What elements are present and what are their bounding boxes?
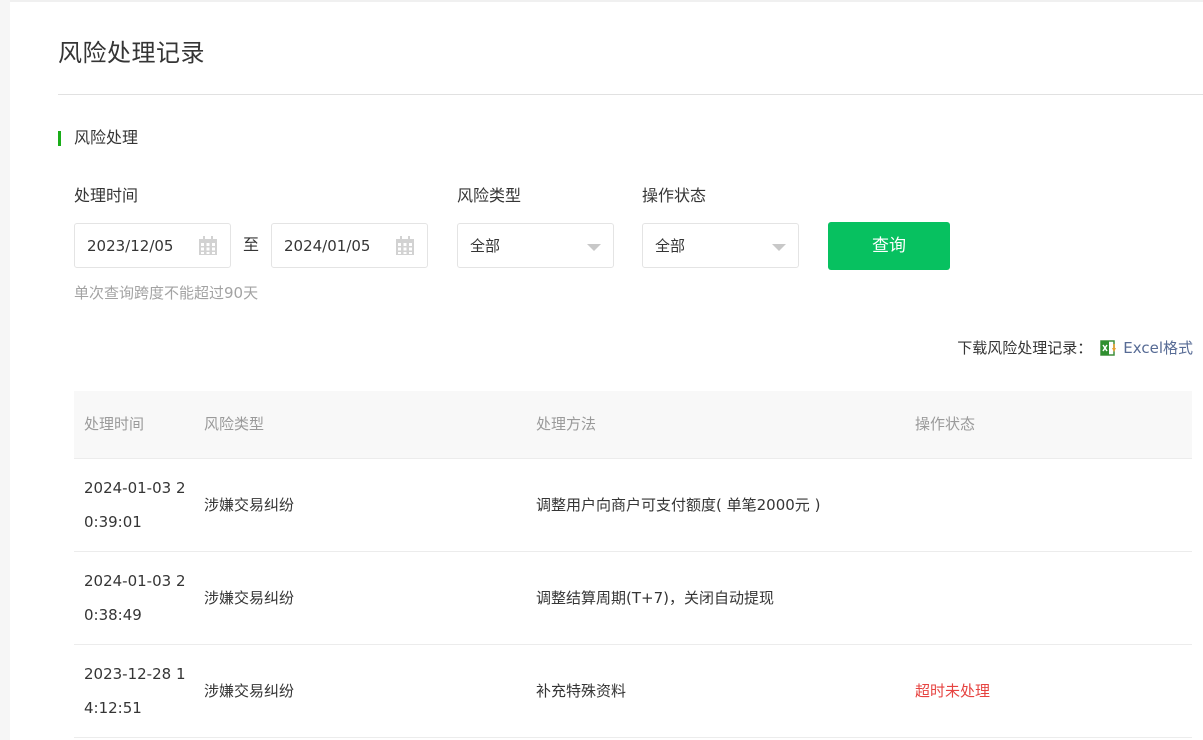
risk-type-selected: 全部 xyxy=(470,237,501,255)
status-filter-label: 操作状态 xyxy=(642,186,707,205)
row-time: 2023-12-28 14:12:51 xyxy=(84,665,186,717)
row-method: 调整用户向商户可支付额度( 单笔2000元 ) xyxy=(536,496,821,514)
table-row: 2024-01-03 20:39:01 涉嫌交易纠纷 调整用户向商户可支付额度(… xyxy=(74,459,1192,552)
query-button[interactable]: 查询 xyxy=(828,222,950,270)
download-label: 下载风险处理记录： xyxy=(957,339,1093,357)
risk-record-page: 风险处理记录 风险处理 处理时间 风险类型 操作状态 2023/12/05 至 … xyxy=(0,0,1203,740)
section-title: 风险处理 xyxy=(74,128,139,147)
end-date-value: 2024/01/05 xyxy=(284,237,371,255)
row-risk-type: 涉嫌交易纠纷 xyxy=(204,589,295,607)
start-date-input[interactable]: 2023/12/05 xyxy=(74,223,231,268)
row-method: 补充特殊资料 xyxy=(536,682,627,700)
risk-type-select[interactable]: 全部 xyxy=(457,223,614,268)
column-header-time: 处理时间 xyxy=(84,415,145,433)
table-row: 2024-01-03 20:38:49 涉嫌交易纠纷 调整结算周期(T+7)，关… xyxy=(74,552,1192,645)
column-header-risk-type: 风险类型 xyxy=(204,415,265,433)
start-date-value: 2023/12/05 xyxy=(87,237,174,255)
risk-record-table: 处理时间 风险类型 处理方法 操作状态 2024-01-03 20:39:01 … xyxy=(74,391,1192,738)
excel-icon[interactable] xyxy=(1100,339,1118,357)
title-divider xyxy=(58,94,1203,95)
section-marker xyxy=(58,131,61,146)
page-title: 风险处理记录 xyxy=(58,39,205,67)
row-risk-type: 涉嫌交易纠纷 xyxy=(204,682,295,700)
status-selected: 全部 xyxy=(655,237,686,255)
row-risk-type: 涉嫌交易纠纷 xyxy=(204,496,295,514)
risk-type-filter-label: 风险类型 xyxy=(457,186,522,205)
chevron-down-icon xyxy=(772,244,786,251)
row-method: 调整结算周期(T+7)，关闭自动提现 xyxy=(536,589,774,607)
row-status: 超时未处理 xyxy=(915,682,991,700)
end-date-input[interactable]: 2024/01/05 xyxy=(271,223,428,268)
calendar-icon[interactable] xyxy=(395,236,415,256)
download-row: 下载风险处理记录： Excel格式 xyxy=(957,337,1193,359)
excel-download-link[interactable]: Excel格式 xyxy=(1123,337,1193,359)
column-header-method: 处理方法 xyxy=(536,415,597,433)
left-gutter xyxy=(0,0,10,740)
top-divider xyxy=(10,0,1203,2)
date-range-hint: 单次查询跨度不能超过90天 xyxy=(74,284,259,302)
table-row: 2023-12-28 14:12:51 涉嫌交易纠纷 补充特殊资料 超时未处理 xyxy=(74,645,1192,738)
row-time: 2024-01-03 20:39:01 xyxy=(84,479,186,531)
time-filter-label: 处理时间 xyxy=(74,186,139,205)
table-header: 处理时间 风险类型 处理方法 操作状态 xyxy=(74,391,1192,459)
calendar-icon[interactable] xyxy=(198,236,218,256)
date-range-separator: 至 xyxy=(243,235,260,254)
column-header-status: 操作状态 xyxy=(915,415,976,433)
row-time: 2024-01-03 20:38:49 xyxy=(84,572,186,624)
chevron-down-icon xyxy=(587,244,601,251)
status-select[interactable]: 全部 xyxy=(642,223,799,268)
